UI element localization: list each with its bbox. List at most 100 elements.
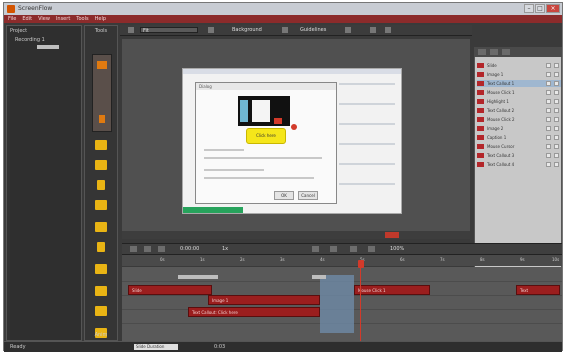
effects-tab[interactable] bbox=[502, 49, 510, 55]
layer-row[interactable]: Text Callout 4 bbox=[477, 161, 561, 168]
layer-row[interactable]: Slide bbox=[477, 62, 561, 69]
duration-field[interactable]: Slide Duration bbox=[134, 344, 178, 350]
record-tool-icon[interactable] bbox=[97, 61, 107, 69]
click-marker-icon[interactable] bbox=[291, 124, 297, 130]
zoom-display[interactable]: 100% bbox=[390, 246, 404, 252]
caption-tool-icon[interactable] bbox=[95, 264, 107, 274]
visibility-icon[interactable] bbox=[546, 63, 551, 68]
hand-tool-icon[interactable] bbox=[97, 242, 105, 252]
play-icon[interactable] bbox=[144, 246, 151, 252]
lock-icon[interactable] bbox=[554, 90, 559, 95]
visibility-icon[interactable] bbox=[546, 126, 551, 131]
menu-edit[interactable]: Edit bbox=[22, 15, 32, 23]
tick-label: 6s bbox=[400, 257, 405, 262]
layer-row[interactable]: Mouse Cursor bbox=[477, 143, 561, 150]
layer-row[interactable]: Image 1 bbox=[477, 71, 561, 78]
lock-icon[interactable] bbox=[554, 99, 559, 104]
layer-row[interactable]: Caption 1 bbox=[477, 134, 561, 141]
minimize-button[interactable]: – bbox=[524, 4, 534, 13]
forward-icon[interactable] bbox=[158, 246, 165, 252]
text-callout-tool-icon[interactable] bbox=[95, 140, 107, 150]
visibility-icon[interactable] bbox=[546, 99, 551, 104]
marker-icon[interactable] bbox=[350, 246, 357, 252]
close-button[interactable]: × bbox=[546, 4, 560, 13]
highlight-tool-icon[interactable] bbox=[95, 200, 107, 210]
layer-row[interactable]: Text Callout 3 bbox=[477, 152, 561, 159]
lock-icon[interactable] bbox=[554, 72, 559, 77]
image-tool-icon[interactable] bbox=[95, 160, 107, 170]
snap-timeline-icon[interactable] bbox=[368, 246, 375, 252]
lock-icon[interactable] bbox=[554, 117, 559, 122]
visibility-icon[interactable] bbox=[546, 90, 551, 95]
guides-label[interactable]: Guidelines bbox=[300, 27, 326, 33]
lock-icon[interactable] bbox=[554, 135, 559, 140]
tree-item-recording[interactable]: Recording 1 bbox=[7, 36, 81, 44]
layers-tab[interactable] bbox=[478, 49, 486, 55]
menu-insert[interactable]: Insert bbox=[56, 15, 70, 23]
visibility-icon[interactable] bbox=[546, 144, 551, 149]
text-tool-icon[interactable] bbox=[97, 180, 105, 190]
dialog-cancel-button[interactable]: Cancel bbox=[298, 191, 318, 200]
arrow-icon[interactable] bbox=[208, 27, 214, 33]
text-callout[interactable]: Click here bbox=[246, 128, 286, 144]
menu-help[interactable]: Help bbox=[95, 15, 106, 23]
dropdown-icon[interactable] bbox=[282, 27, 288, 33]
maximize-button[interactable]: □ bbox=[535, 4, 545, 13]
layer-row[interactable]: Highlight 1 bbox=[477, 98, 561, 105]
dialog-ok-button[interactable]: OK bbox=[274, 191, 294, 200]
lock-icon[interactable] bbox=[554, 108, 559, 113]
zoom-tool-icon[interactable] bbox=[95, 286, 107, 296]
rate-display[interactable]: 1x bbox=[222, 246, 228, 252]
time-ruler[interactable]: 0s 1s 2s 3s 4s 5s 6s 7s 8s 9s 10s bbox=[122, 255, 562, 266]
timeline-segment[interactable]: Slide bbox=[128, 285, 212, 295]
visibility-icon[interactable] bbox=[546, 108, 551, 113]
lock-icon[interactable] bbox=[554, 162, 559, 167]
menu-view[interactable]: View bbox=[38, 15, 50, 23]
timeline-segment[interactable]: Image 1 bbox=[208, 295, 320, 305]
layer-row[interactable]: Text Callout 1 bbox=[477, 80, 561, 87]
layer-row[interactable]: Mouse Click 2 bbox=[477, 116, 561, 123]
tree-selection[interactable] bbox=[37, 45, 59, 49]
lock-icon[interactable] bbox=[554, 126, 559, 131]
record-indicator[interactable] bbox=[385, 232, 399, 238]
preview-icon[interactable] bbox=[370, 27, 376, 33]
menu-file[interactable]: File bbox=[8, 15, 16, 23]
timeline-segment[interactable]: Text bbox=[516, 285, 560, 295]
lock-icon[interactable] bbox=[554, 153, 559, 158]
pointer-tool-icon[interactable] bbox=[99, 115, 105, 123]
playhead-line[interactable] bbox=[360, 265, 361, 341]
cut-icon[interactable] bbox=[312, 246, 319, 252]
layer-row[interactable]: Text Callout 2 bbox=[477, 107, 561, 114]
visibility-icon[interactable] bbox=[546, 162, 551, 167]
lock-icon[interactable] bbox=[554, 81, 559, 86]
properties-tab[interactable] bbox=[490, 49, 498, 55]
timeline-segment[interactable]: Mouse Click 1 bbox=[354, 285, 430, 295]
menu-tools[interactable]: Tools bbox=[76, 15, 88, 23]
rewind-icon[interactable] bbox=[130, 246, 137, 252]
star-tool-icon[interactable] bbox=[95, 306, 107, 316]
lock-icon[interactable] bbox=[554, 144, 559, 149]
timeline-tracks[interactable]: Slide Image 1 Text Callout: Click here M… bbox=[122, 267, 562, 341]
visibility-icon[interactable] bbox=[546, 135, 551, 140]
canvas-area[interactable]: Dialog Click here OK Cancel bbox=[122, 39, 470, 231]
layer-row[interactable]: Mouse Click 1 bbox=[477, 89, 561, 96]
clip-handle[interactable] bbox=[312, 275, 326, 279]
layer-label: Text Callout 3 bbox=[487, 153, 515, 158]
lock-icon[interactable] bbox=[554, 63, 559, 68]
visibility-icon[interactable] bbox=[546, 72, 551, 77]
visibility-icon[interactable] bbox=[546, 81, 551, 86]
layer-row[interactable]: Image 2 bbox=[477, 125, 561, 132]
visibility-icon[interactable] bbox=[546, 117, 551, 122]
timeline-segment[interactable]: Text Callout: Click here bbox=[188, 307, 320, 317]
background-label[interactable]: Background bbox=[232, 27, 262, 33]
playhead-handle[interactable] bbox=[358, 260, 364, 268]
lock-tool-icon[interactable] bbox=[95, 222, 107, 232]
split-icon[interactable] bbox=[330, 246, 337, 252]
clip-handle[interactable] bbox=[178, 275, 218, 279]
fullscreen-icon[interactable] bbox=[385, 27, 391, 33]
snap-icon[interactable] bbox=[345, 27, 351, 33]
zoom-select[interactable]: Fit bbox=[140, 27, 198, 34]
grid-icon[interactable] bbox=[128, 27, 134, 33]
visibility-icon[interactable] bbox=[546, 153, 551, 158]
selection-range[interactable] bbox=[320, 275, 354, 333]
